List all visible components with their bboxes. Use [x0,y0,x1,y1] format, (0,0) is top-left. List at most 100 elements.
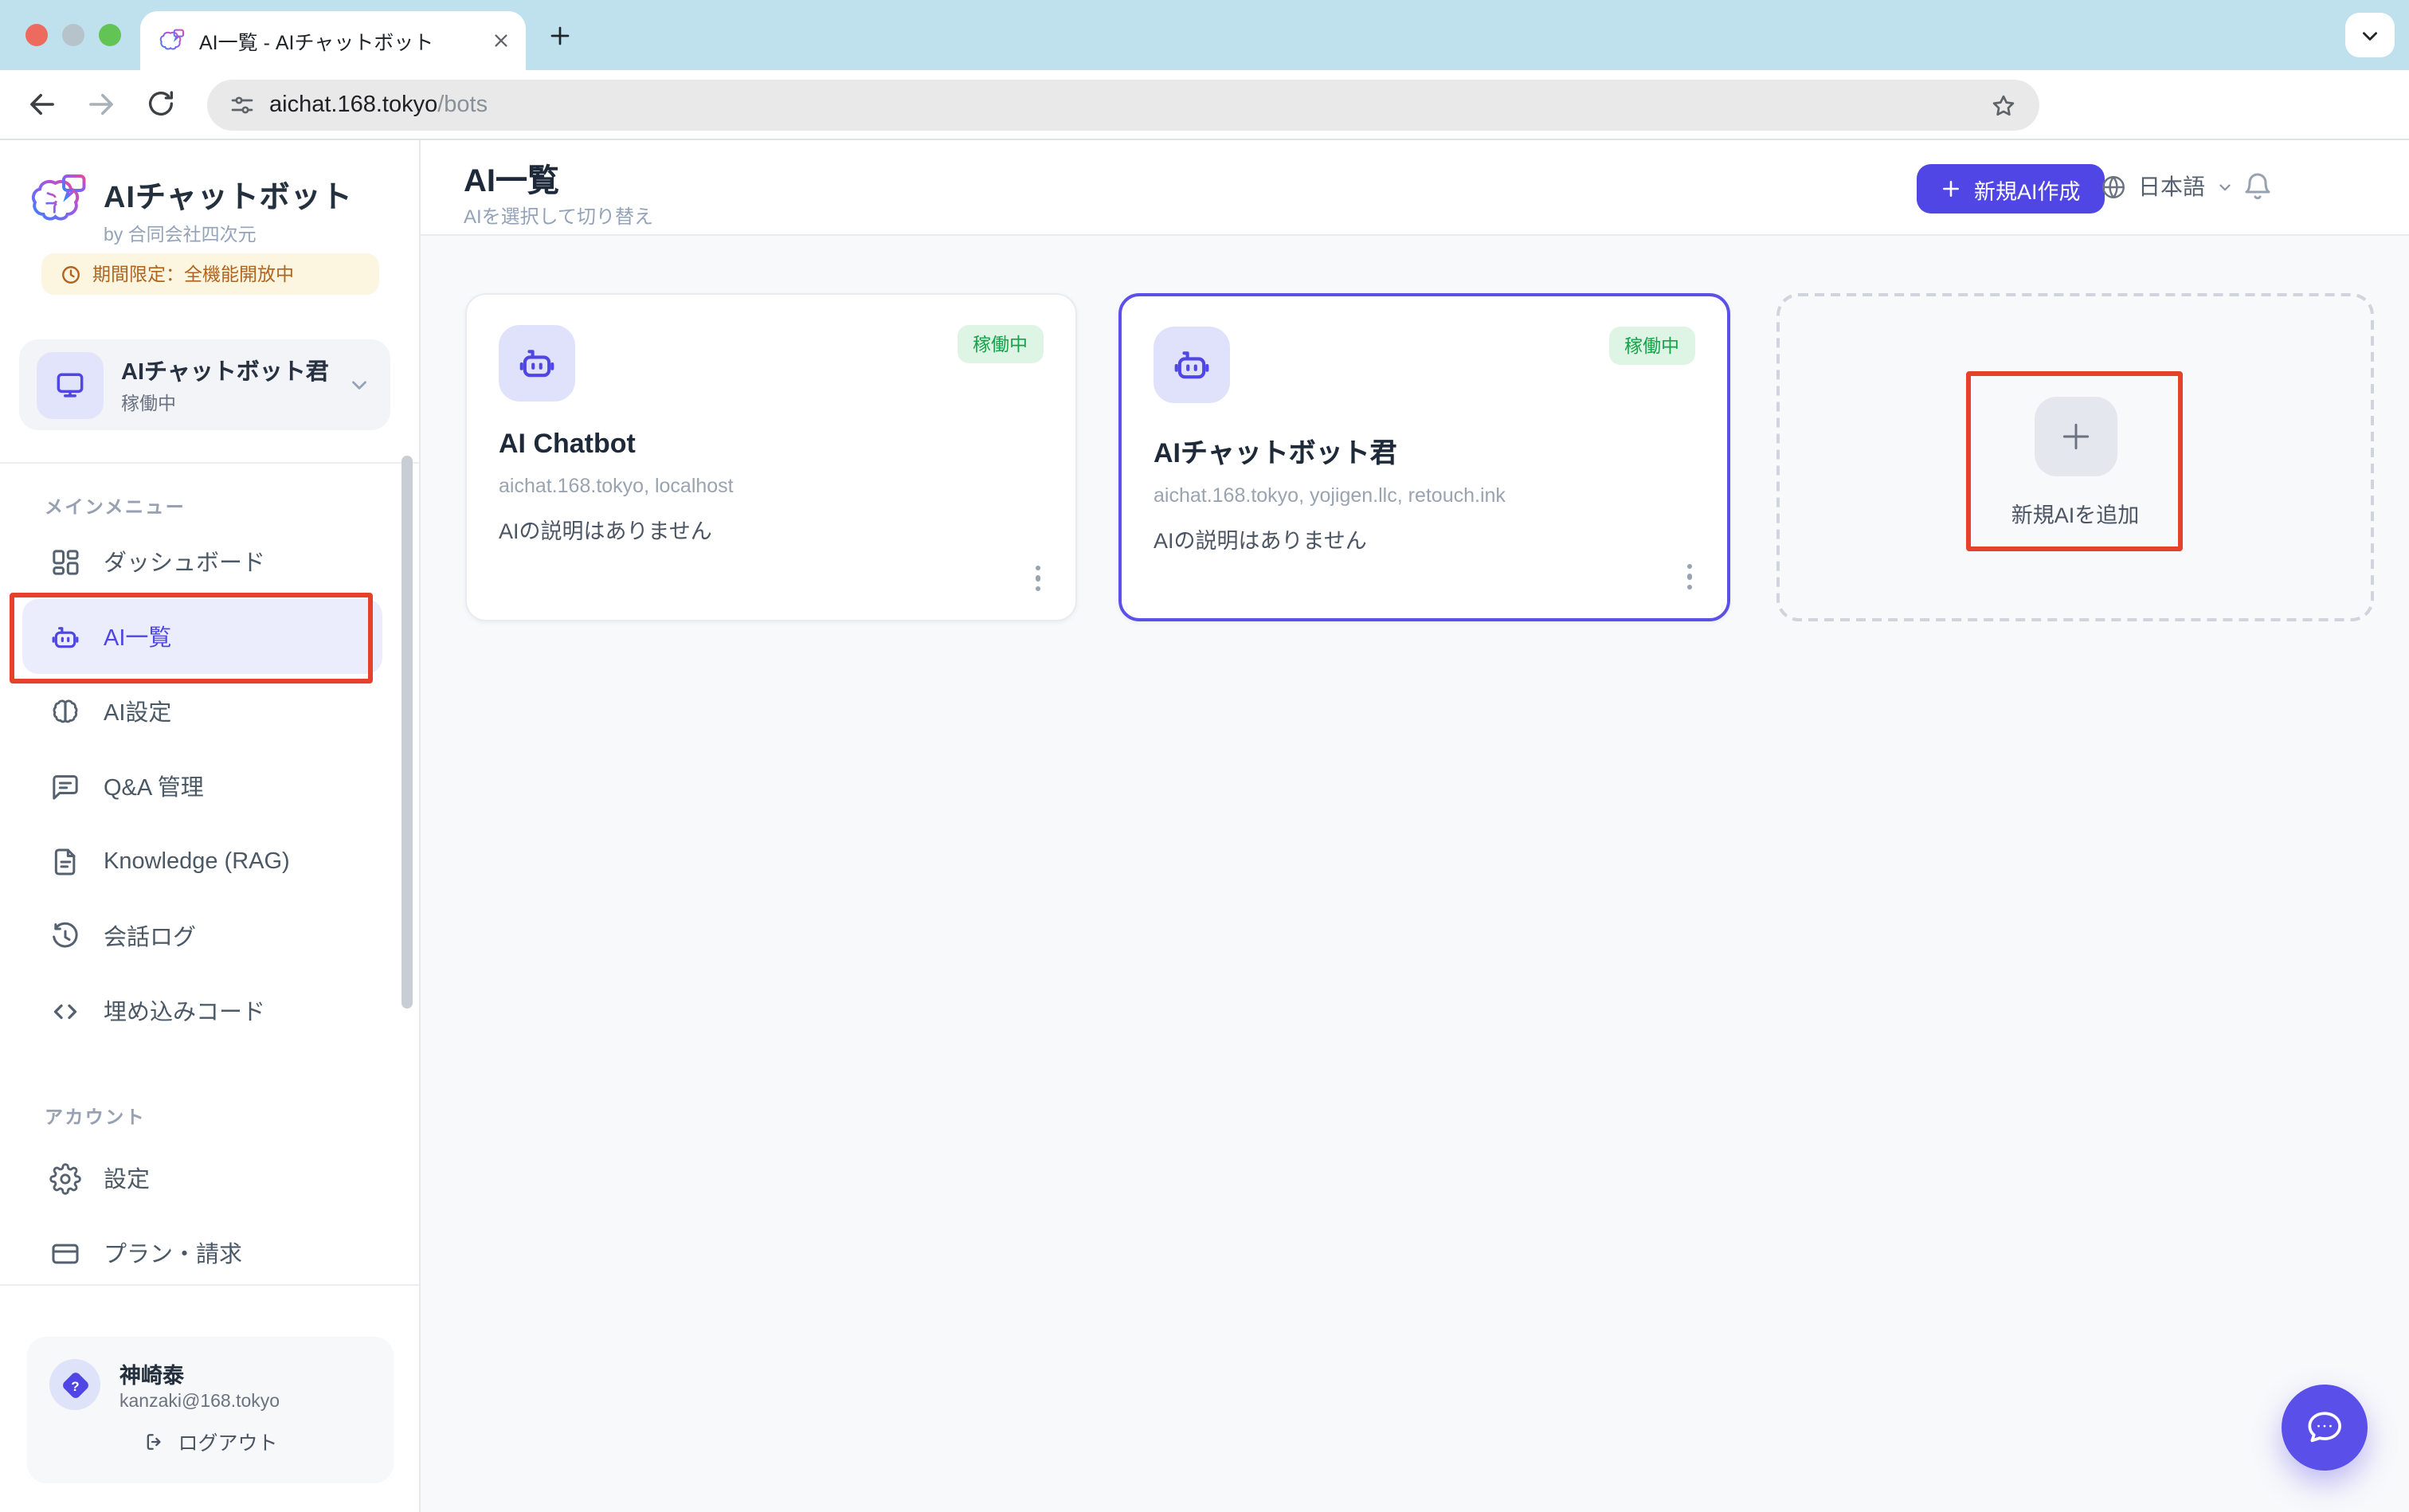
plus-icon [1941,178,1961,199]
page-subtitle: AIを選択して切り替え [464,202,653,229]
sidebar-item-label: Q&A 管理 [104,770,204,803]
brain-logo-icon [30,174,88,226]
sidebar-item-dashboard[interactable]: ダッシュボード [22,524,382,599]
zoom-window-button[interactable] [99,24,121,46]
bot-selector[interactable]: AIチャットボット君 稼働中 [19,339,390,430]
user-box: ? 神崎泰 kanzaki@168.tokyo ログアウト [27,1337,394,1483]
code-icon [49,995,81,1027]
app-frame: AIチャットボット by 合同会社四次元 期間限定：全機能開放中 AIチャットボ… [0,140,2409,1512]
tab-strip: AI一覧 - AIチャットボット [0,0,2409,70]
create-ai-button[interactable]: 新規AI作成 [1917,164,2105,213]
tab-close-icon[interactable] [492,32,510,49]
gear-icon [49,1162,81,1194]
logout-button[interactable]: ログアウト [49,1426,371,1456]
reload-button[interactable] [145,88,177,119]
status-badge: 稼働中 [1608,327,1695,365]
sidebar-item-ai-list[interactable]: AI一覧 [22,599,382,674]
sidebar-item-qa[interactable]: Q&A 管理 [22,749,382,824]
bot-card[interactable]: 稼働中 AI Chatbot aichat.168.tokyo, localho… [465,293,1077,621]
bot-name: AI Chatbot [499,429,1044,460]
bot-description: AIの説明はありません [1154,523,1695,554]
bot-name: AIチャットボット君 [1154,430,1695,470]
bot-domains: aichat.168.tokyo, localhost [499,475,1044,497]
sidebar-item-label: 埋め込みコード [104,994,265,1028]
account-menu: 設定 プラン・請求 [22,1141,382,1291]
browser-toolbar: aichat.168.tokyo/bots Yojigen Work [0,70,2409,140]
sidebar-item-embed-code[interactable]: 埋め込みコード [22,973,382,1048]
new-tab-button[interactable] [542,18,578,54]
bot-card-selected[interactable]: 稼働中 AIチャットボット君 aichat.168.tokyo, yojigen… [1118,293,1730,621]
user-name: 神崎泰 [119,1357,280,1389]
page-title: AI一覧 [464,155,559,201]
card-menu-icon[interactable] [1025,555,1050,601]
app-title: AIチャットボット [104,174,353,217]
forward-button[interactable] [84,88,118,121]
user-avatar: ? [49,1359,100,1410]
notifications-bell-icon[interactable] [2242,170,2274,202]
site-settings-icon[interactable] [229,92,255,118]
sidebar-item-label: AI一覧 [104,620,171,653]
main-content: AI一覧 AIを選択して切り替え 新規AI作成 日本語 [421,140,2409,1512]
sidebar-item-label: プラン・請求 [104,1236,242,1270]
bookmark-star-icon[interactable] [1990,92,2017,119]
app-subtitle: by 合同会社四次元 [104,221,353,247]
bot-domains: aichat.168.tokyo, yojigen.llc, retouch.i… [1154,484,1695,507]
sidebar-item-conversation-log[interactable]: 会話ログ [22,899,382,973]
add-plus-button[interactable] [2034,397,2117,476]
dashboard-icon [49,546,81,578]
bot-description: AIの説明はありません [499,513,1044,545]
sidebar-scrollbar-thumb[interactable] [402,456,413,1009]
page-header: AI一覧 AIを選択して切り替え 新規AI作成 日本語 [421,140,2409,236]
sidebar-item-label: 会話ログ [104,919,196,953]
user-email: kanzaki@168.tokyo [119,1393,280,1412]
sidebar: AIチャットボット by 合同会社四次元 期間限定：全機能開放中 AIチャットボ… [0,140,421,1512]
sidebar-item-label: AI設定 [104,695,171,728]
browser-tab[interactable]: AI一覧 - AIチャットボット [140,11,526,70]
sidebar-item-label: Knowledge (RAG) [104,848,290,874]
card-menu-icon[interactable] [1677,554,1702,599]
history-icon [49,920,81,952]
sidebar-item-label: 設定 [104,1161,150,1195]
promo-banner: 期間限定：全機能開放中 [41,253,379,295]
status-badge: 稼働中 [957,325,1044,363]
tab-search-button[interactable] [2345,13,2395,57]
chevron-down-icon [2216,178,2234,195]
clock-icon [61,264,81,284]
browser-window: AI一覧 - AIチャットボット aichat.168.tokyo/bots [0,0,2409,1512]
chevron-down-icon [347,373,371,397]
credit-card-icon [49,1237,81,1269]
chat-bubble-icon [2302,1405,2347,1450]
app-logo-row: AIチャットボット by 合同会社四次元 [30,174,353,247]
sidebar-item-knowledge[interactable]: Knowledge (RAG) [22,824,382,899]
traffic-lights [25,24,121,46]
sidebar-divider [0,1284,419,1286]
diamond-question-icon: ? [61,1370,90,1400]
monitor-icon [37,351,104,418]
add-ai-card[interactable]: 新規AIを追加 [1776,293,2374,621]
promo-banner-text: 期間限定：全機能開放中 [92,261,294,287]
tab-favicon-brain-icon [159,29,185,53]
chat-fab-button[interactable] [2282,1385,2368,1471]
logout-label: ログアウト [178,1426,277,1456]
main-menu-label: メインメニュー [45,494,186,519]
robot-icon [1154,327,1230,403]
account-label: アカウント [45,1104,146,1130]
main-menu: ダッシュボード AI一覧 AI設定 [22,524,382,1048]
robot-icon [499,325,575,402]
close-window-button[interactable] [25,24,48,46]
selected-bot-name: AIチャットボット君 [121,360,329,386]
create-ai-button-label: 新規AI作成 [1974,173,2081,205]
language-selector[interactable]: 日本語 [2100,170,2234,202]
sidebar-item-ai-settings[interactable]: AI設定 [22,674,382,749]
sidebar-item-settings[interactable]: 設定 [22,1141,382,1216]
globe-icon [2100,173,2127,200]
sidebar-item-billing[interactable]: プラン・請求 [22,1216,382,1291]
url-bar[interactable]: aichat.168.tokyo/bots [207,80,2039,131]
tab-title: AI一覧 - AIチャットボット [199,25,478,56]
logout-icon [143,1430,165,1452]
minimize-window-button[interactable] [62,24,84,46]
back-button[interactable] [25,88,59,121]
url-text: aichat.168.tokyo/bots [269,92,488,118]
sidebar-divider [0,462,419,464]
language-label: 日本語 [2138,170,2205,202]
